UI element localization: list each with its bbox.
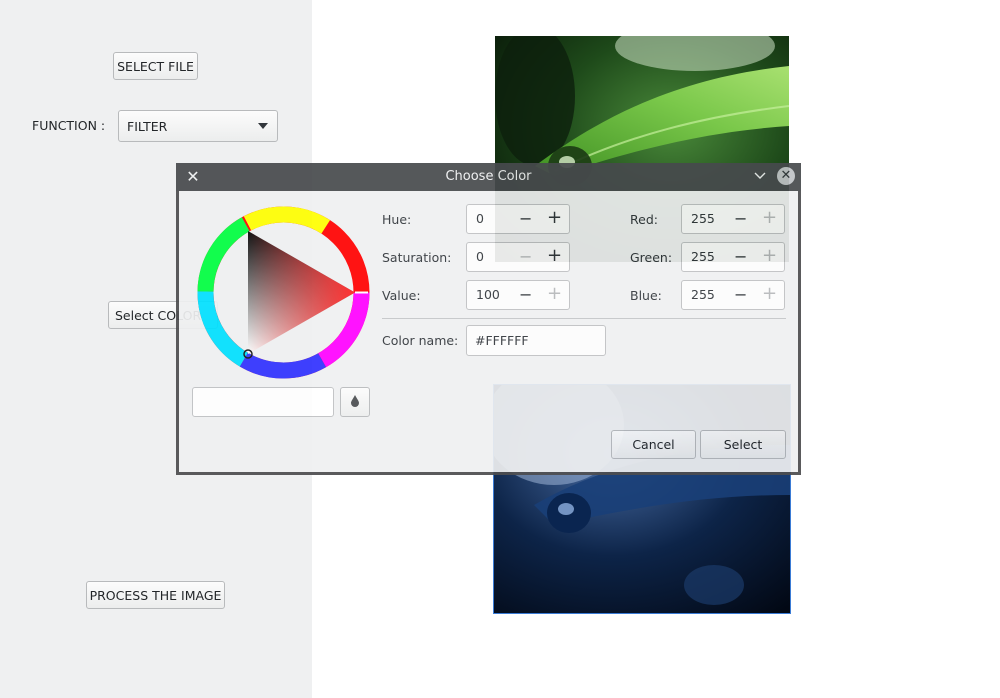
color-preview — [192, 387, 334, 417]
function-select[interactable]: FILTER — [118, 110, 278, 142]
green-label: Green: — [630, 250, 673, 265]
triangle-down-icon — [258, 123, 268, 129]
plus-icon[interactable]: + — [762, 209, 777, 227]
hue-label: Hue: — [382, 212, 412, 227]
eyedropper-icon — [350, 394, 360, 410]
red-spinner[interactable]: 255 − + — [681, 204, 785, 234]
function-select-value: FILTER — [127, 118, 168, 134]
window-close-icon[interactable]: ✕ — [777, 167, 795, 185]
minus-icon[interactable]: − — [734, 210, 747, 228]
value-spinner[interactable]: 100 − + — [466, 280, 570, 310]
blue-spinner[interactable]: 255 − + — [681, 280, 785, 310]
green-spinner[interactable]: 255 − + — [681, 242, 785, 272]
color-name-field[interactable]: #FFFFFF — [466, 325, 606, 356]
function-label: FUNCTION : — [32, 118, 106, 133]
cancel-button[interactable]: Cancel — [611, 430, 696, 459]
eyedropper-button[interactable] — [340, 387, 370, 417]
choose-color-dialog: ✕ Choose Color ✕ Hue: 0 − + Saturation: … — [176, 163, 801, 475]
chevron-down-icon[interactable] — [751, 169, 769, 187]
saturation-spinner[interactable]: 0 − + — [466, 242, 570, 272]
select-button[interactable]: Select — [700, 430, 786, 459]
minus-icon[interactable]: − — [734, 248, 747, 266]
value-label: Value: — [382, 288, 421, 303]
dialog-title: Choose Color — [445, 169, 532, 184]
minus-icon[interactable]: − — [519, 210, 532, 228]
minus-icon[interactable]: − — [519, 286, 532, 304]
blue-label: Blue: — [630, 288, 662, 303]
red-label: Red: — [630, 212, 658, 227]
minus-icon[interactable]: − — [734, 286, 747, 304]
plus-icon[interactable]: + — [547, 285, 562, 303]
plus-icon[interactable]: + — [762, 285, 777, 303]
hue-spinner[interactable]: 0 − + — [466, 204, 570, 234]
plus-icon[interactable]: + — [547, 247, 562, 265]
select-file-button[interactable]: SELECT FILE — [113, 52, 198, 80]
color-name-label: Color name: — [382, 333, 459, 348]
process-image-button[interactable]: PROCESS THE IMAGE — [86, 581, 225, 609]
dialog-titlebar[interactable]: ✕ Choose Color ✕ — [176, 163, 801, 191]
plus-icon[interactable]: + — [547, 209, 562, 227]
divider — [382, 318, 786, 319]
plus-icon[interactable]: + — [762, 247, 777, 265]
color-wheel[interactable] — [196, 205, 371, 380]
saturation-label: Saturation: — [382, 250, 452, 265]
minus-icon[interactable]: − — [519, 248, 532, 266]
